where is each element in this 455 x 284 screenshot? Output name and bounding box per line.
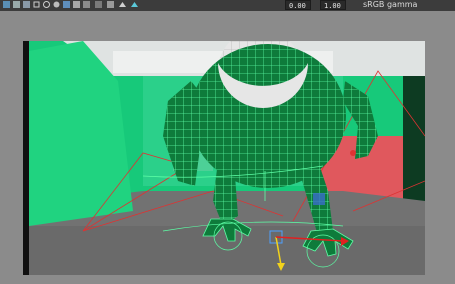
smooth-shade-icon[interactable] xyxy=(53,1,60,8)
grid-icon[interactable] xyxy=(3,1,10,8)
scene-render xyxy=(23,41,425,275)
exposure-icon[interactable] xyxy=(119,1,126,8)
textured-icon[interactable] xyxy=(63,1,70,8)
gamma-icon[interactable] xyxy=(131,1,138,8)
shadows-icon[interactable] xyxy=(83,1,90,8)
xray-icon[interactable] xyxy=(95,1,102,8)
lights-icon[interactable] xyxy=(73,1,80,8)
exposure-field[interactable]: 0.00 xyxy=(285,0,311,10)
viewport-panel[interactable] xyxy=(0,11,455,284)
isolate-icon[interactable] xyxy=(107,1,114,8)
safe-action-icon[interactable] xyxy=(33,1,40,8)
gamma-field[interactable]: 1.00 xyxy=(320,0,346,10)
film-gate-icon[interactable] xyxy=(13,1,20,8)
viewport-toolbar: 0.00 1.00 sRGB gamma xyxy=(0,0,455,11)
wireframe-icon[interactable] xyxy=(43,1,50,8)
color-space-label[interactable]: sRGB gamma xyxy=(363,0,417,11)
resolution-gate xyxy=(23,41,425,275)
resolution-gate-icon[interactable] xyxy=(23,1,30,8)
